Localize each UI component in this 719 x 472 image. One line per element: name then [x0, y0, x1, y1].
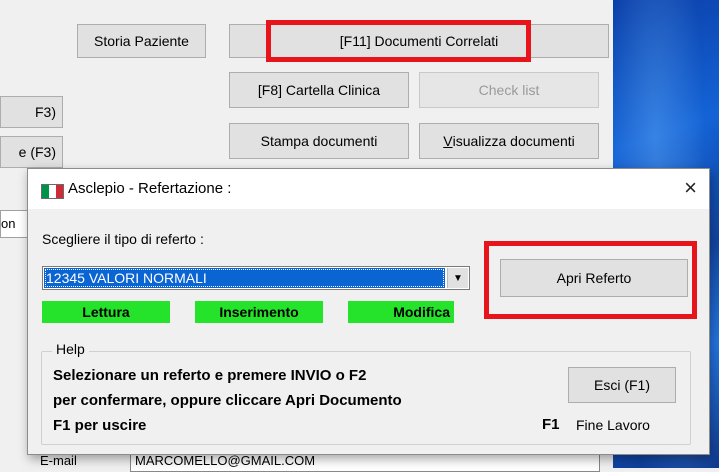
- partial-field-on: on: [0, 210, 28, 238]
- storia-paziente-button[interactable]: Storia Paziente: [77, 24, 206, 58]
- help-line-1: Selezionare un referto e premere INVIO o…: [53, 367, 367, 384]
- referto-type-select[interactable]: 12345 VALORI NORMALI ▼: [42, 266, 470, 290]
- stampa-documenti-button[interactable]: Stampa documenti: [229, 123, 409, 159]
- dialog-titlebar: Asclepio - Refertazione : ×: [28, 169, 709, 209]
- e-f3-button-partial[interactable]: e (F3): [0, 136, 63, 168]
- italian-flag-icon: [41, 184, 64, 199]
- email-label: E-mail: [40, 453, 77, 468]
- dialog-title: Asclepio - Refertazione :: [68, 180, 232, 197]
- f3-button-partial[interactable]: F3): [0, 96, 63, 128]
- fine-lavoro-label: Fine Lavoro: [576, 417, 650, 433]
- f1-key-label: F1: [542, 416, 560, 433]
- visualizza-mnemonic: V: [443, 133, 453, 149]
- mode-modifica[interactable]: Modifica: [348, 301, 454, 323]
- mode-inserimento[interactable]: Inserimento: [195, 301, 323, 323]
- mode-lettura[interactable]: Lettura: [42, 301, 170, 323]
- check-list-button: Check list: [419, 72, 599, 108]
- visualizza-label: isualizza documenti: [452, 133, 575, 149]
- referto-prompt-label: Scegliere il tipo di referto :: [42, 231, 204, 247]
- refertazione-dialog: Asclepio - Refertazione : × Scegliere il…: [27, 168, 710, 455]
- chevron-down-icon[interactable]: ▼: [447, 268, 468, 288]
- referto-type-selected-value: 12345 VALORI NORMALI: [44, 268, 445, 288]
- visualizza-documenti-button[interactable]: Visualizza documenti: [419, 123, 599, 159]
- help-line-3: F1 per uscire: [53, 417, 147, 434]
- esci-button[interactable]: Esci (F1): [568, 367, 676, 403]
- email-field[interactable]: MARCOMELLO@GMAIL.COM: [130, 452, 600, 472]
- help-line-2: per confermare, oppure cliccare Apri Doc…: [53, 392, 402, 409]
- help-text: Selezionare un referto e premere INVIO o…: [53, 363, 523, 438]
- cartella-clinica-button[interactable]: [F8] Cartella Clinica: [229, 72, 409, 108]
- documenti-correlati-button[interactable]: [F11] Documenti Correlati: [229, 24, 609, 58]
- close-icon[interactable]: ×: [684, 175, 697, 201]
- apri-referto-button[interactable]: Apri Referto: [500, 259, 688, 297]
- help-legend: Help: [52, 341, 89, 357]
